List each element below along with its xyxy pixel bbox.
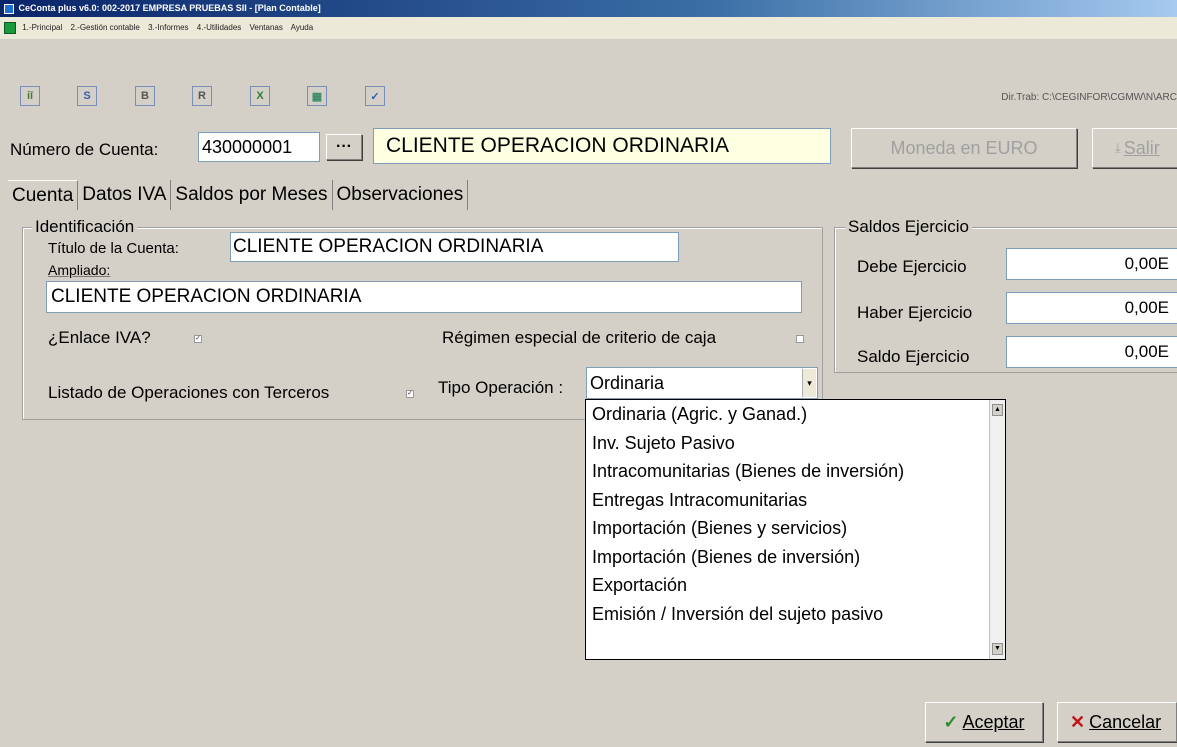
- dropdown-option[interactable]: Emisión / Inversión del sujeto pasivo: [586, 600, 1005, 629]
- b-icon[interactable]: B: [135, 86, 155, 106]
- x-icon[interactable]: X: [250, 86, 270, 106]
- dropdown-scrollbar[interactable]: ▲ ▼: [989, 400, 1005, 659]
- saldo-ejercicio-field[interactable]: 0,00E: [1006, 336, 1177, 368]
- exit-icon: ⤓: [1115, 140, 1121, 155]
- window-titlebar: CeConta plus v6.0: 002-2017 EMPRESA PRUE…: [0, 0, 1177, 17]
- dropdown-option[interactable]: Exportación: [586, 571, 1005, 600]
- tab-bar: Cuenta Datos IVA Saldos por Meses Observ…: [8, 180, 469, 210]
- menu-informes[interactable]: 3.-Informes: [148, 23, 188, 32]
- tipo-operacion-dropdown-list[interactable]: Ordinaria (Agric. y Ganad.) Inv. Sujeto …: [585, 399, 1006, 660]
- scroll-down-icon[interactable]: ▼: [992, 643, 1003, 655]
- close-icon: ✕: [1070, 711, 1086, 732]
- exit-label: Salir: [1123, 137, 1160, 158]
- debe-ejercicio-field[interactable]: 0,00E: [1006, 248, 1177, 280]
- debe-ejercicio-label: Debe Ejercicio: [857, 257, 967, 276]
- menu-ventanas[interactable]: Ventanas: [250, 23, 283, 32]
- menubar: 1.-Principal 2.-Gestión contable 3.-Info…: [0, 17, 1177, 39]
- enlace-iva-label: ¿Enlace IVA?: [48, 328, 151, 347]
- ampliado-label: Ampliado:: [48, 262, 111, 278]
- chevron-down-icon[interactable]: ▾: [802, 369, 816, 397]
- enlace-iva-checkbox[interactable]: ✓: [194, 335, 202, 343]
- app-icon: [4, 3, 14, 14]
- dropdown-option[interactable]: Importación (Bienes y servicios): [586, 514, 1005, 543]
- grid-icon[interactable]: ▦: [307, 86, 327, 106]
- menu-principal[interactable]: 1.-Principal: [22, 23, 62, 32]
- dropdown-option[interactable]: Inv. Sujeto Pasivo: [586, 429, 1005, 458]
- aceptar-button[interactable]: ✓ Aceptar: [925, 702, 1043, 742]
- scroll-up-icon[interactable]: ▲: [992, 404, 1003, 416]
- menu-ayuda[interactable]: Ayuda: [291, 23, 314, 32]
- account-number-label: Número de Cuenta:: [10, 140, 159, 159]
- r-icon[interactable]: R: [192, 86, 212, 106]
- aceptar-label: Aceptar: [962, 711, 1025, 732]
- ledger-icon[interactable]: iī: [20, 86, 40, 106]
- tipo-operacion-label: Tipo Operación :: [438, 378, 564, 397]
- tab-observaciones[interactable]: Observaciones: [333, 180, 469, 210]
- dropdown-option[interactable]: Ordinaria (Agric. y Ganad.): [586, 400, 1005, 429]
- saldos-ejercicio-legend: Saldos Ejercicio: [845, 218, 972, 236]
- ampliado-field[interactable]: CLIENTE OPERACION ORDINARIA: [46, 281, 802, 313]
- haber-ejercicio-field[interactable]: 0,00E: [1006, 292, 1177, 324]
- saldo-ejercicio-label: Saldo Ejercicio: [857, 347, 970, 366]
- tab-datos-iva[interactable]: Datos IVA: [78, 180, 172, 210]
- window-title: CeConta plus v6.0: 002-2017 EMPRESA PRUE…: [18, 3, 321, 13]
- titulo-label: Título de la Cuenta:: [48, 240, 179, 257]
- account-name-field[interactable]: CLIENTE OPERACION ORDINARIA: [373, 128, 831, 164]
- dropdown-option[interactable]: Intracomunitarias (Bienes de inversión): [586, 457, 1005, 486]
- s-icon[interactable]: S: [77, 86, 97, 106]
- dropdown-option[interactable]: Importación (Bienes de inversión): [586, 543, 1005, 572]
- listado-terceros-checkbox[interactable]: ✓: [406, 390, 414, 398]
- cancelar-button[interactable]: ✕ Cancelar: [1057, 702, 1177, 742]
- titulo-field[interactable]: CLIENTE OPERACION ORDINARIA: [230, 232, 679, 262]
- tipo-operacion-select[interactable]: Ordinaria ▾: [586, 367, 818, 399]
- tipo-operacion-value: Ordinaria: [590, 373, 665, 393]
- tab-saldos-por-meses[interactable]: Saldos por Meses: [171, 180, 333, 210]
- haber-ejercicio-label: Haber Ejercicio: [857, 303, 973, 322]
- exit-button[interactable]: ⤓ Salir: [1092, 128, 1177, 168]
- currency-euro-button[interactable]: Moneda en EURO: [851, 128, 1077, 168]
- dropdown-option[interactable]: Entregas Intracomunitarias: [586, 486, 1005, 515]
- working-directory: Dir.Trab: C:\CEGINFOR\CGMW\N\ARC: [1001, 92, 1177, 103]
- regimen-caja-label: Régimen especial de criterio de caja: [442, 328, 717, 347]
- browse-account-button[interactable]: ···: [326, 134, 362, 160]
- cancelar-label: Cancelar: [1089, 711, 1162, 732]
- menu-gestion-contable[interactable]: 2.-Gestión contable: [70, 23, 139, 32]
- tab-cuenta[interactable]: Cuenta: [8, 180, 79, 210]
- regimen-caja-checkbox[interactable]: [796, 335, 804, 343]
- check-icon: ✓: [943, 711, 959, 732]
- menu-utilidades[interactable]: 4.-Utilidades: [197, 23, 241, 32]
- account-number-field[interactable]: 430000001: [198, 132, 320, 162]
- identificacion-legend: Identificación: [32, 218, 138, 236]
- listado-terceros-label: Listado de Operaciones con Terceros: [48, 383, 330, 402]
- check-icon[interactable]: ✓: [365, 86, 385, 106]
- document-icon[interactable]: [4, 21, 16, 34]
